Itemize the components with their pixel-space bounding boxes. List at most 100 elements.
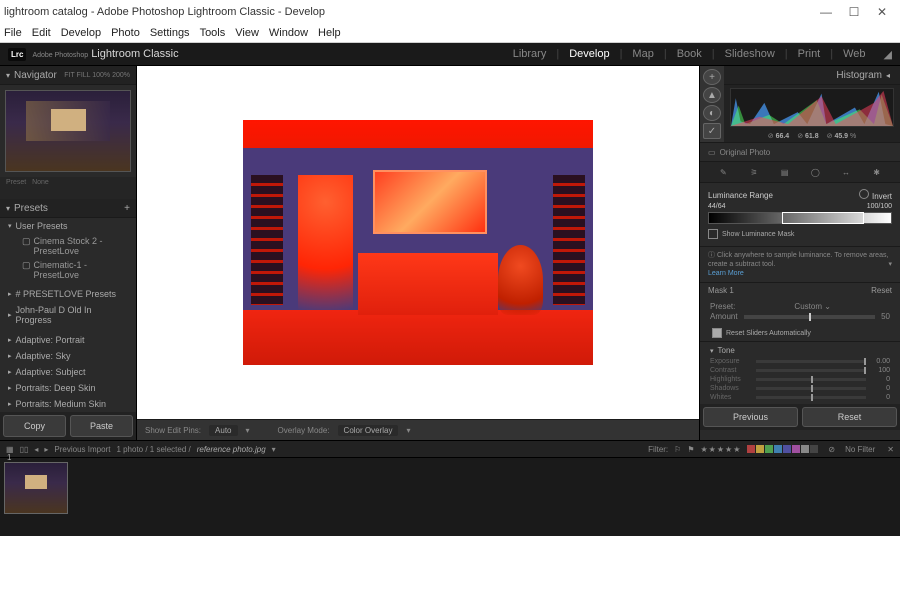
collapse-icon: ▾ <box>6 204 10 213</box>
menu-develop[interactable]: Develop <box>61 27 101 39</box>
close-button[interactable]: ✕ <box>868 2 896 22</box>
right-panel: + ▲ ◐ ✓ Histogram ◂ ⊘ 66.4 <box>699 66 900 440</box>
color-label-filter[interactable] <box>747 445 818 453</box>
minimize-button[interactable]: — <box>812 2 840 22</box>
menu-file[interactable]: File <box>4 27 22 39</box>
tone-panel: ▾Tone Exposure0.00Contrast100Highlights0… <box>700 341 900 404</box>
chevron-down-icon: ▾ <box>406 426 410 435</box>
preset-group-user[interactable]: ▾User Presets <box>0 218 136 234</box>
show-pins-value[interactable]: Auto <box>209 425 237 436</box>
show-pins-label: Show Edit Pins: <box>145 426 201 435</box>
rating-filter[interactable]: ★★★★★ <box>701 445 742 454</box>
menu-tools[interactable]: Tools <box>200 27 226 39</box>
preset-group[interactable]: ▸# PRESETLOVE Presets <box>0 286 136 302</box>
amount-slider[interactable] <box>744 315 876 319</box>
lock-icon[interactable]: ⊘ <box>828 445 835 454</box>
preset-group[interactable]: ▸Adaptive: Subject <box>0 364 136 380</box>
range-icon[interactable]: ↔ <box>839 165 853 179</box>
nav-back-icon[interactable]: ◂ <box>34 445 38 454</box>
radial-icon[interactable]: ◯ <box>808 165 822 179</box>
preset-group[interactable]: ▸John-Paul D Old In Progress <box>0 302 136 328</box>
luminance-slider[interactable] <box>708 212 892 224</box>
menubar: File Edit Develop Photo Settings Tools V… <box>0 24 900 43</box>
maximize-button[interactable]: ☐ <box>840 2 868 22</box>
navigator-header[interactable]: ▾ Navigator FIT FILL 100% 200% <box>0 66 136 85</box>
module-map[interactable]: Map <box>632 48 653 61</box>
preset-dropdown[interactable]: Custom ⌄ <box>794 302 831 311</box>
brush-icon[interactable]: ⚞ <box>747 165 761 179</box>
histogram-display[interactable] <box>730 88 894 127</box>
reset-button[interactable]: Reset <box>802 407 897 427</box>
show-mask-checkbox[interactable] <box>708 229 718 239</box>
menu-help[interactable]: Help <box>318 27 341 39</box>
edit-icon[interactable]: ✎ <box>716 165 730 179</box>
tone-slider-row[interactable]: Contrast100 <box>700 366 900 375</box>
filter-close-icon[interactable]: ✕ <box>887 445 894 454</box>
linear-icon[interactable]: ▤ <box>778 165 792 179</box>
tone-slider-row[interactable]: Highlights0 <box>700 375 900 384</box>
mask-reset-link[interactable]: Reset <box>871 286 892 295</box>
center-area: Show Edit Pins: Auto ▾ Overlay Mode: Col… <box>137 66 699 440</box>
overlay-mode-label: Overlay Mode: <box>278 426 330 435</box>
module-web[interactable]: Web <box>843 48 865 61</box>
photo-count: 1 photo / 1 selected / <box>116 445 190 454</box>
add-mask-icon[interactable]: + <box>703 69 721 85</box>
preset-group[interactable]: ▸Portraits: Deep Skin <box>0 380 136 396</box>
preset-item[interactable]: ▢Cinematic-1 - PresetLove <box>0 258 136 282</box>
preset-item[interactable]: ▢Cinema Stock 2 - PresetLove <box>0 234 136 258</box>
module-print[interactable]: Print <box>798 48 821 61</box>
filmstrip: 1 <box>0 457 900 536</box>
filmstrip-thumbnail[interactable]: 1 <box>4 462 68 514</box>
identity-plate-icon[interactable]: ◢ <box>884 48 892 61</box>
module-library[interactable]: Library <box>513 48 547 61</box>
mask-thumb-icon[interactable]: ◐ <box>703 105 721 121</box>
module-book[interactable]: Book <box>677 48 702 61</box>
preset-group[interactable]: ▸Portraits: Medium Skin <box>0 396 136 412</box>
tone-header[interactable]: ▾Tone <box>700 344 900 357</box>
menu-edit[interactable]: Edit <box>32 27 51 39</box>
navigator-preview[interactable] <box>5 90 131 172</box>
mask-thumb-icon[interactable]: ▲ <box>703 87 721 103</box>
develop-toolbar: Show Edit Pins: Auto ▾ Overlay Mode: Col… <box>137 419 699 440</box>
overlay-mode-value[interactable]: Color Overlay <box>338 425 399 436</box>
window-titlebar: lightroom catalog - Adobe Photoshop Ligh… <box>0 0 900 24</box>
module-develop[interactable]: Develop <box>569 48 609 61</box>
menu-settings[interactable]: Settings <box>150 27 190 39</box>
previous-button[interactable]: Previous <box>703 407 798 427</box>
module-slideshow[interactable]: Slideshow <box>725 48 775 61</box>
tone-slider-row[interactable]: Whites0 <box>700 393 900 402</box>
copy-button[interactable]: Copy <box>3 415 66 437</box>
original-photo-row[interactable]: ▭Original Photo <box>700 142 900 161</box>
menu-photo[interactable]: Photo <box>111 27 140 39</box>
presets-header[interactable]: ▾ Presets + <box>0 199 136 218</box>
menu-view[interactable]: View <box>235 27 259 39</box>
app-logo-icon: Lrc <box>8 48 26 61</box>
auto-reset-checkbox[interactable] <box>712 328 722 338</box>
invert-radio[interactable] <box>859 189 869 199</box>
preview-image <box>243 120 593 365</box>
learn-more-link[interactable]: Learn More <box>708 270 744 277</box>
filter-preset[interactable]: No Filter <box>845 445 875 454</box>
mask-check-icon[interactable]: ✓ <box>703 123 721 139</box>
preset-group[interactable]: ▸Adaptive: Sky <box>0 348 136 364</box>
compare-icon[interactable]: ▯▯ <box>20 445 29 454</box>
chevron-down-icon[interactable]: ▾ <box>272 445 276 454</box>
image-canvas[interactable] <box>137 66 699 419</box>
paste-button[interactable]: Paste <box>70 415 133 437</box>
nav-fwd-icon[interactable]: ▸ <box>44 445 48 454</box>
add-preset-icon[interactable]: + <box>124 203 130 214</box>
page-margin <box>0 536 900 592</box>
flag-picked-icon[interactable]: ⚐ <box>674 445 681 454</box>
source-label[interactable]: Previous Import <box>54 445 110 454</box>
preset-group[interactable]: ▸Adaptive: Portrait <box>0 332 136 348</box>
mask-header: Mask 1Reset <box>700 282 900 298</box>
chevron-down-icon[interactable]: ▾ <box>888 260 892 269</box>
more-icon[interactable]: ✱ <box>870 165 884 179</box>
filmstrip-bar: ▦ ▯▯ ◂ ▸ Previous Import 1 photo / 1 sel… <box>0 440 900 457</box>
menu-window[interactable]: Window <box>269 27 308 39</box>
mask-tool-icons: ✎ ⚞ ▤ ◯ ↔ ✱ <box>700 161 900 183</box>
flag-rejected-icon[interactable]: ⚑ <box>687 445 694 454</box>
tone-slider-row[interactable]: Shadows0 <box>700 384 900 393</box>
histogram-header[interactable]: Histogram ◂ <box>724 66 900 85</box>
tone-slider-row[interactable]: Exposure0.00 <box>700 357 900 366</box>
